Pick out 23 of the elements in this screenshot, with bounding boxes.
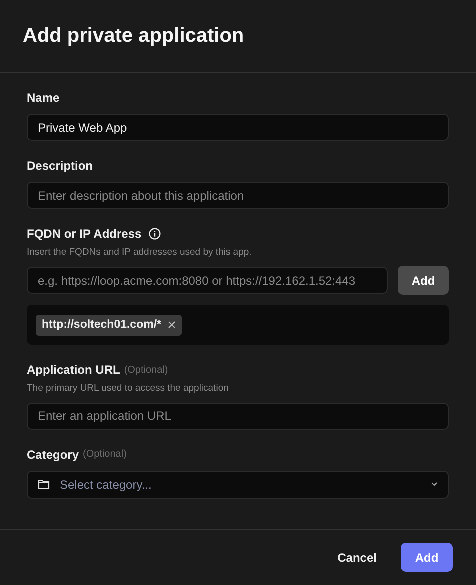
text-field[interactable]: Private Web App xyxy=(27,114,449,141)
add-button[interactable]: Add xyxy=(398,266,449,296)
field-label: FQDN or IP Address xyxy=(27,226,142,243)
chevron-down-icon xyxy=(431,482,438,487)
url-input-field[interactable]: e.g. https://loop.acme.com:8080 or https://192.162.1.52:443 xyxy=(27,267,388,294)
category-select[interactable]: Select category... xyxy=(27,470,449,498)
help-text: The primary URL used to access the application xyxy=(27,382,230,396)
optional-label: (Optional) xyxy=(83,448,127,462)
field-label: Name xyxy=(27,90,60,107)
folder-icon xyxy=(38,479,50,490)
text-field[interactable]: Enter description about this application xyxy=(27,182,449,209)
url-tag[interactable]: http://soltech01.com/* xyxy=(36,314,182,336)
field-label: Description xyxy=(27,158,94,175)
optional-label: (Optional) xyxy=(124,364,168,378)
cancel-button[interactable]: Cancel xyxy=(332,548,383,568)
field-label: Category xyxy=(27,446,80,464)
info-icon[interactable] xyxy=(148,228,161,240)
add-button[interactable]: Add xyxy=(401,543,453,572)
close-icon[interactable] xyxy=(168,321,176,330)
field-label: Application URL xyxy=(27,362,120,380)
text-field[interactable]: Enter an application URL xyxy=(27,402,449,430)
dialog-title: Add private application xyxy=(23,24,244,48)
help-text: Insert the FQDNs and IP addresses used by this app. xyxy=(27,246,253,260)
